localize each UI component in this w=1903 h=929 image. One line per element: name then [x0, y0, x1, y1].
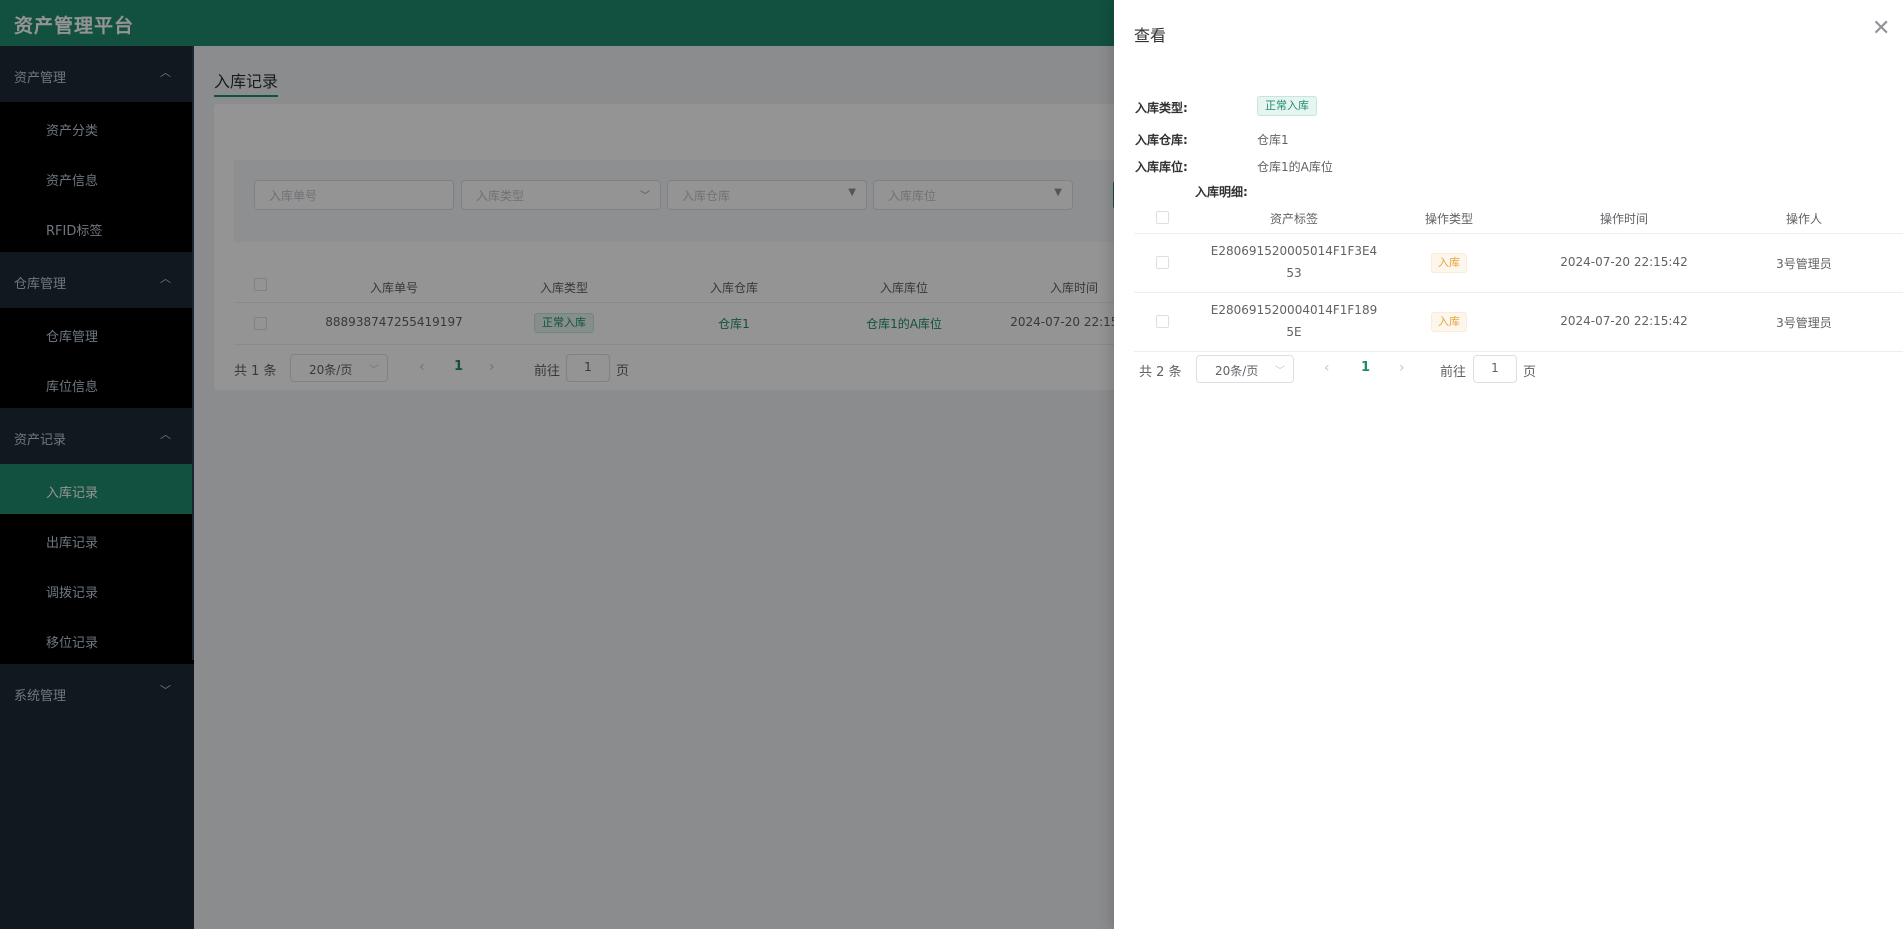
goto-page-input[interactable]: 1 — [1473, 355, 1517, 383]
view-drawer: 查看 ✕ 入库类型: 正常入库 入库仓库: 仓库1 入库库位: 仓库1的A库位 … — [1114, 0, 1903, 929]
row-checkbox[interactable] — [1156, 315, 1169, 328]
close-icon[interactable]: ✕ — [1872, 18, 1890, 40]
operator-cell: 3号管理员 — [1776, 257, 1832, 271]
prev-page-icon[interactable]: ‹ — [1324, 360, 1330, 376]
op-type-tag: 入库 — [1431, 312, 1467, 332]
asset-tag-line2: 5E — [1286, 325, 1302, 339]
field-label: 入库仓库: — [1135, 133, 1188, 147]
field-label: 入库类型: — [1135, 101, 1188, 115]
next-page-icon[interactable]: › — [1399, 360, 1405, 376]
column-header: 资产标签 — [1269, 212, 1318, 226]
operator-cell: 3号管理员 — [1776, 316, 1832, 330]
op-time-cell: 2024-07-20 22:15:42 — [1560, 255, 1688, 269]
chevron-down-icon: ﹀ — [1275, 366, 1285, 377]
drawer-title: 查看 — [1134, 26, 1167, 45]
asset-tag-line2: 53 — [1286, 266, 1302, 280]
column-header: 操作类型 — [1424, 212, 1473, 226]
op-time-cell: 2024-07-20 22:15:42 — [1560, 314, 1688, 328]
select-all-checkbox[interactable] — [1156, 211, 1169, 224]
detail-table-header: 资产标签 操作类型 操作时间 操作人 — [1134, 202, 1903, 234]
pagination-total: 共 2 条 — [1139, 365, 1182, 380]
asset-tag-line1: E280691520005014F1F3E4 — [1210, 244, 1378, 258]
column-header: 操作人 — [1785, 212, 1822, 226]
field-value: 仓库1的A库位 — [1257, 160, 1333, 174]
field-value: 仓库1 — [1257, 133, 1289, 147]
goto-unit: 页 — [1523, 365, 1537, 380]
current-page[interactable]: 1 — [1361, 360, 1370, 375]
table-row: E280691520004014F1F189 5E 入库 2024-07-20 … — [1134, 293, 1903, 352]
op-type-tag: 入库 — [1431, 253, 1467, 273]
goto-label: 前往 — [1440, 365, 1467, 380]
page-size-value: 20条/页 — [1215, 364, 1259, 378]
drawer-pagination: 共 2 条 20条/页 ﹀ ‹ 1 › 前往 1 页 — [1139, 355, 1639, 383]
field-label: 入库库位: — [1135, 160, 1188, 174]
page-size-select[interactable]: 20条/页 ﹀ — [1196, 355, 1294, 383]
column-header: 操作时间 — [1599, 212, 1648, 226]
table-row: E280691520005014F1F3E4 53 入库 2024-07-20 … — [1134, 234, 1903, 293]
row-checkbox[interactable] — [1156, 256, 1169, 269]
type-tag: 正常入库 — [1257, 96, 1317, 116]
field-label: 入库明细: — [1195, 185, 1248, 199]
asset-tag-line1: E280691520004014F1F189 — [1210, 303, 1378, 317]
